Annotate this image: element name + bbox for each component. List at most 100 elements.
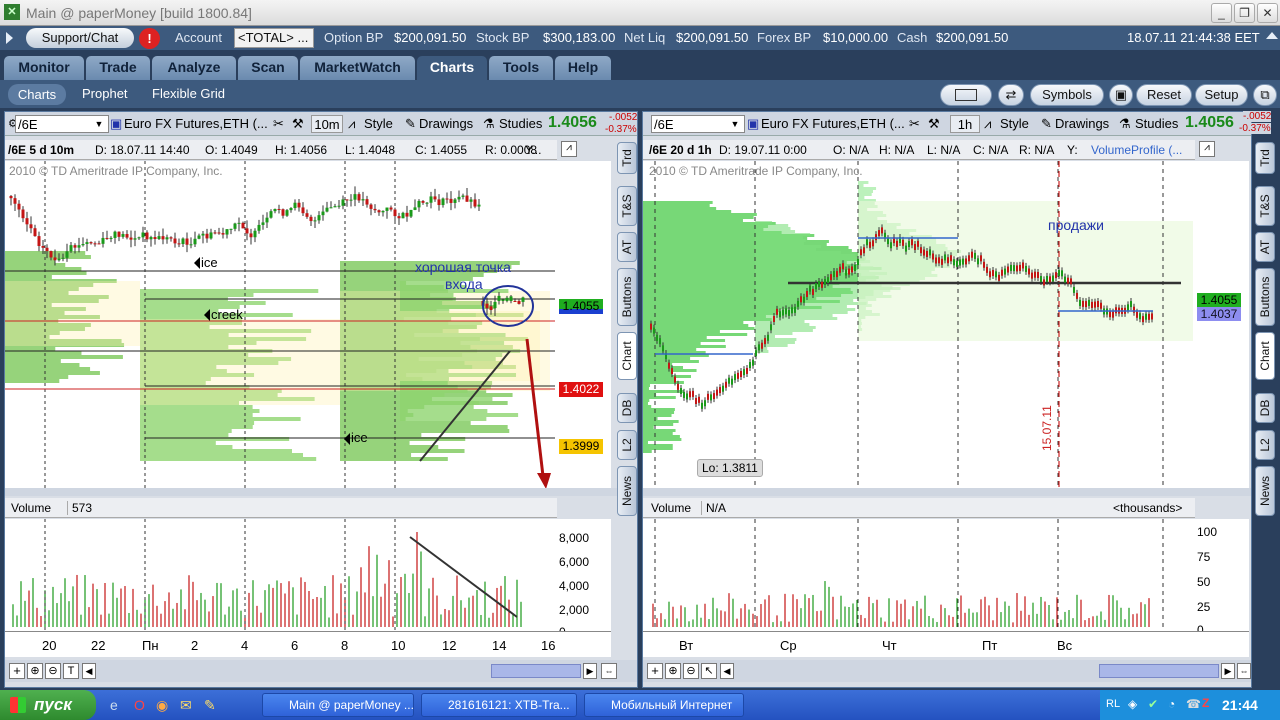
right-price-chart[interactable]: 2010 © TD Ameritrade IP Company, Inc. пр… [643, 161, 1193, 488]
ie-icon[interactable]: e [110, 697, 118, 713]
interval-button[interactable]: 10m [311, 115, 343, 133]
menu-arrow-icon[interactable] [6, 32, 13, 44]
side-tab-chart[interactable]: Chart [617, 332, 637, 380]
firefox-icon[interactable]: ◉ [156, 697, 168, 714]
drawings-button[interactable]: Drawings [1055, 115, 1109, 133]
tab-tools[interactable]: Tools [489, 56, 553, 80]
datetime: 18.07.11 21:44:38 EET [1127, 30, 1260, 45]
link-icon[interactable]: ⇄ [998, 84, 1024, 106]
side-tab-db[interactable]: DB [617, 393, 637, 423]
detach-icon[interactable]: ⧉ [1253, 84, 1277, 106]
info-volume-profile[interactable]: VolumeProfile (... [1091, 143, 1182, 157]
left-splitter[interactable] [5, 488, 637, 496]
tab-trade[interactable]: Trade [86, 56, 150, 80]
studies-button[interactable]: Studies [1135, 115, 1178, 133]
setup-button[interactable]: Setup [1195, 84, 1248, 106]
tool-icon[interactable]: ⚒ [292, 115, 304, 133]
scroll-left-icon[interactable]: ◀ [82, 663, 96, 679]
scroll-left-icon[interactable]: ◀ [720, 663, 734, 679]
candle [437, 199, 441, 206]
scroll-thumb[interactable] [1099, 664, 1219, 678]
side-tab-at[interactable]: AT [617, 232, 637, 262]
drawings-button[interactable]: Drawings [419, 115, 473, 133]
expand-icon[interactable]: ⇔ [1237, 663, 1251, 679]
zoom-in-icon[interactable]: + [9, 663, 25, 679]
tab-marketwatch[interactable]: MarketWatch [300, 56, 415, 80]
zoom-icon[interactable]: ⊕ [665, 663, 681, 679]
chevron-down-icon[interactable]: ▼ [91, 115, 107, 133]
reset-button[interactable]: Reset [1136, 84, 1192, 106]
side-tab-trd-right[interactable]: Trd [1255, 142, 1275, 174]
task-mobile-internet[interactable]: Мобильный Интернет [584, 693, 744, 717]
side-tab-at-right[interactable]: AT [1255, 232, 1275, 262]
language-indicator[interactable]: RL [1106, 698, 1120, 710]
layout-button[interactable] [940, 84, 992, 106]
tray-icon[interactable]: ◔ [1168, 697, 1175, 711]
close-button[interactable]: ✕ [1257, 3, 1278, 23]
left-scrollbar[interactable]: + ⊕ ⊖ T ◀ ▶ ⇔ [5, 660, 637, 682]
side-tab-chart-right[interactable]: Chart [1255, 332, 1275, 380]
expand-arrow-icon[interactable] [1266, 32, 1278, 39]
scissors-icon[interactable]: ✂ [273, 115, 284, 133]
tray-icon[interactable]: ✔ [1148, 697, 1158, 711]
side-tab-l2-right[interactable]: L2 [1255, 430, 1275, 460]
maximize-button[interactable]: ❐ [1234, 3, 1255, 23]
task-main-papermoney[interactable]: Main @ paperMoney ... [262, 693, 414, 717]
side-tab-news[interactable]: News [617, 466, 637, 516]
scroll-thumb[interactable] [491, 664, 581, 678]
expand-icon[interactable]: ⇔ [601, 663, 617, 679]
tab-help[interactable]: Help [555, 56, 611, 80]
symbols-button[interactable]: Symbols [1030, 84, 1104, 106]
left-price-chart[interactable]: 2010 © TD Ameritrade IP Company, Inc. ic… [5, 161, 555, 488]
alert-icon[interactable]: ! [139, 28, 160, 49]
volume-profile-bar [755, 275, 876, 278]
tool-icon[interactable]: ⚒ [928, 115, 940, 133]
style-button[interactable]: Style [364, 115, 393, 133]
tab-charts[interactable]: Charts [417, 56, 487, 80]
support-chat-button[interactable]: Support/Chat [26, 28, 134, 48]
right-splitter[interactable] [643, 488, 1251, 496]
side-tab-buttons-right[interactable]: Buttons [1255, 268, 1275, 326]
scroll-right-icon[interactable]: ▶ [1221, 663, 1235, 679]
zoom-icon[interactable]: ⊕ [27, 663, 43, 679]
studies-button[interactable]: Studies [499, 115, 542, 133]
zoom-out-icon[interactable]: ⊖ [683, 663, 699, 679]
tray-icon[interactable]: ☎ [1186, 697, 1201, 711]
tray-icon[interactable]: Z [1202, 696, 1209, 710]
right-scrollbar[interactable]: + ⊕ ⊖ ↖ ◀ ▶ ⇔ [643, 660, 1251, 682]
subtab-flexible-grid[interactable]: Flexible Grid [152, 86, 225, 101]
side-tab-buttons[interactable]: Buttons [617, 268, 637, 326]
tab-scan[interactable]: Scan [238, 56, 298, 80]
chevron-down-icon[interactable]: ▼ [727, 115, 743, 133]
side-tab-ts-right[interactable]: T&S [1255, 186, 1275, 226]
task-xtb[interactable]: 281616121: XTB-Tra... [421, 693, 577, 717]
quicklaunch-icon[interactable]: ✉ [180, 697, 192, 714]
quicklaunch-icon[interactable]: ✎ [204, 697, 216, 714]
chart-settings-icon[interactable]: ⩘ [1199, 141, 1215, 157]
zoom-in-icon[interactable]: + [647, 663, 663, 679]
side-tab-ts[interactable]: T&S [617, 186, 637, 226]
side-tab-trd[interactable]: Trd [617, 142, 637, 174]
side-tab-news-right[interactable]: News [1255, 466, 1275, 516]
print-icon[interactable]: ▣ [1109, 84, 1133, 106]
scissors-icon[interactable]: ✂ [909, 115, 920, 133]
interval-button[interactable]: 1h [950, 115, 980, 133]
tab-monitor[interactable]: Monitor [4, 56, 84, 80]
minimize-button[interactable]: _ [1211, 3, 1232, 23]
subtab-charts[interactable]: Charts [8, 84, 66, 105]
zoom-out-icon[interactable]: ⊖ [45, 663, 61, 679]
start-button[interactable]: пуск [0, 690, 96, 720]
scroll-right-icon[interactable]: ▶ [583, 663, 597, 679]
side-tab-db-right[interactable]: DB [1255, 393, 1275, 423]
opera-icon[interactable]: O [134, 697, 145, 713]
subtab-prophet[interactable]: Prophet [82, 86, 128, 101]
side-tab-l2[interactable]: L2 [617, 430, 637, 460]
tab-analyze[interactable]: Analyze [152, 56, 236, 80]
chart-settings-icon[interactable]: ⩘ [561, 141, 577, 157]
style-button[interactable]: Style [1000, 115, 1029, 133]
account-select[interactable]: <TOTAL> ... [234, 28, 314, 48]
candle [743, 369, 745, 376]
cursor-icon[interactable]: ↖ [701, 663, 717, 679]
text-tool-icon[interactable]: T [63, 663, 79, 679]
tray-icon[interactable]: ◈ [1128, 697, 1137, 711]
